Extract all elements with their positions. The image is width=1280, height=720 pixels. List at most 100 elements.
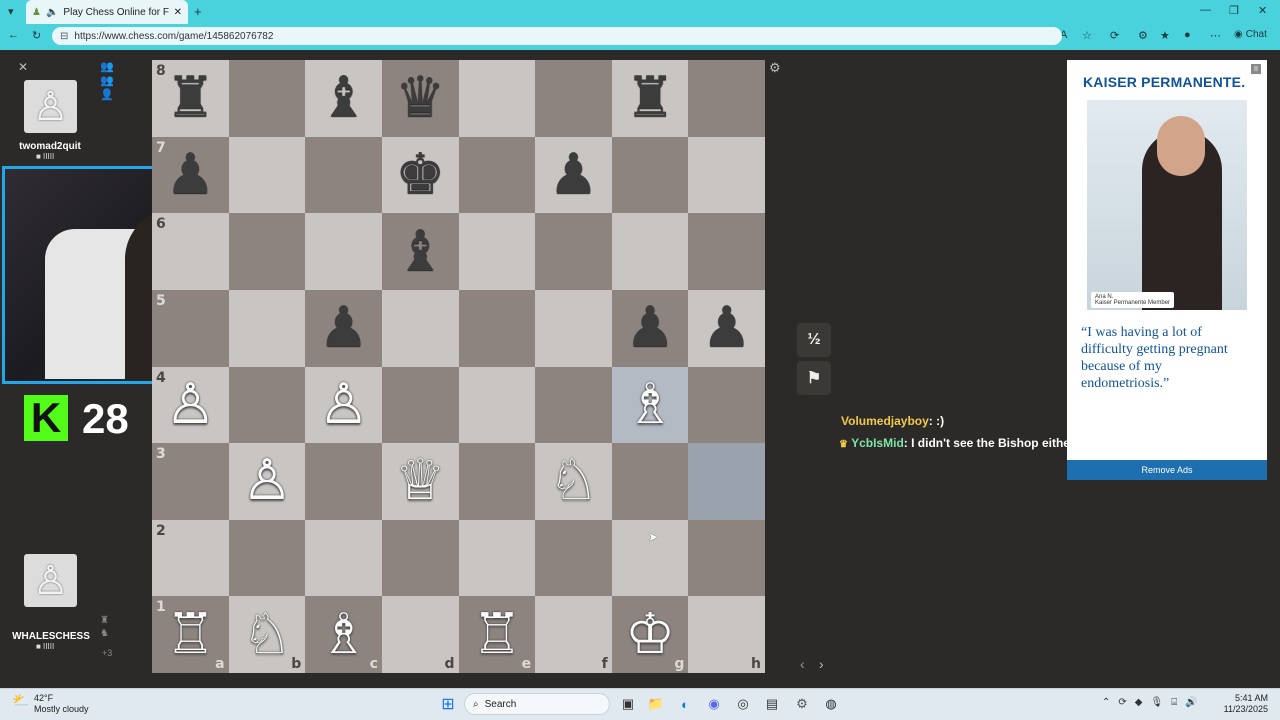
white-piece[interactable]: ♙ [242,453,292,509]
square-a8[interactable]: 8 ♜ [152,60,229,137]
square-f1[interactable]: f [535,596,612,673]
white-piece[interactable]: ♕ [395,453,445,509]
favorites-icon[interactable]: ★ [1160,29,1170,42]
square-d4[interactable] [381,366,459,444]
maximize-button[interactable]: ❐ [1229,4,1239,17]
square-b2[interactable] [228,519,306,597]
taskbar-search[interactable]: ⌕ Search [464,693,610,715]
close-panel-icon[interactable]: ✕ [18,60,28,74]
top-player-avatar[interactable]: ♙ [24,80,77,133]
bottom-player-name[interactable]: WHALESCHESS [0,631,102,642]
edge-browser-icon[interactable]: ◐ [675,694,695,714]
square-e1[interactable]: e ♖ [458,596,536,673]
back-icon[interactable]: ← [8,29,19,41]
network-icon[interactable]: ⌸ [1171,697,1177,708]
square-g8[interactable]: ♜ [611,60,689,137]
square-e2[interactable] [458,519,536,597]
square-g6[interactable] [611,213,689,290]
square-f8[interactable] [535,60,612,137]
black-piece[interactable]: ♟ [625,300,675,356]
weather-widget[interactable]: 42°F Mostly cloudy [34,693,89,715]
square-b5[interactable] [228,289,306,367]
square-c8[interactable]: ♝ [305,60,382,137]
file-explorer-icon[interactable]: 📁 [646,694,666,714]
advertisement[interactable]: KAISER PERMANENTE. II Ana N. Kaiser Perm… [1067,60,1267,480]
start-menu-icon[interactable]: ⊞ [438,694,458,714]
close-tab-icon[interactable]: ✕ [174,7,182,18]
square-e3[interactable] [458,443,536,520]
clock[interactable]: 5:41 AM 11/23/2025 [1222,693,1268,715]
black-piece[interactable]: ♟ [165,146,215,203]
square-a3[interactable]: 3 [152,443,229,520]
white-piece[interactable]: ♙ [318,376,368,433]
black-piece[interactable]: ♛ [395,70,445,126]
square-e6[interactable] [458,213,536,290]
black-piece[interactable]: ♟ [318,300,368,356]
square-e8[interactable] [458,60,536,137]
square-a4[interactable]: 4 ♙ [152,366,229,444]
app-icon-2[interactable]: ▤ [762,694,782,714]
task-view-icon[interactable]: ▣ [618,694,638,714]
bottom-player-avatar[interactable]: ♙ [24,554,77,607]
white-piece[interactable]: ♗ [318,606,368,663]
white-piece[interactable]: ♗ [625,376,675,433]
square-d2[interactable] [381,519,459,597]
square-f3[interactable]: ♘ [535,443,612,520]
square-h4[interactable] [688,366,765,444]
tray-app-icon[interactable]: ⟳ [1118,697,1126,708]
chess-board[interactable]: 8 ♜ ♝ ♛ ♜ 7 ♟ ♚ ♟ 6 ♝ 5 ♟ ♟ ♟ 4 ♙ ♙ ♗ 3 ♙ ♕ ♘ 2 1 a ♖ b ♘ c ♗ d e ♖ f g ♔ h [152,60,765,673]
move-back-icon[interactable]: ‹ [800,656,805,672]
square-g3[interactable] [611,443,689,520]
white-piece[interactable]: ♔ [625,606,675,663]
remove-ads-button[interactable]: Remove Ads [1067,460,1267,480]
app-icon-1[interactable]: ◎ [733,694,753,714]
audio-icon[interactable]: 🔈 [46,7,58,18]
square-h1[interactable]: h [688,596,765,673]
white-piece[interactable]: ♖ [165,606,215,663]
square-h8[interactable] [688,60,765,137]
square-c2[interactable] [305,519,382,597]
white-piece[interactable]: ♘ [548,453,598,509]
square-a6[interactable]: 6 [152,213,229,290]
minimize-button[interactable]: — [1200,4,1211,16]
extensions-icon[interactable]: ⚙ [1138,29,1148,42]
square-b6[interactable] [228,213,306,290]
square-g1[interactable]: g ♔ [611,596,689,673]
new-tab-button[interactable]: + [194,4,202,19]
square-g4[interactable]: ♗ [611,366,689,444]
square-a2[interactable]: 2 [152,519,229,597]
square-d5[interactable] [381,289,459,367]
black-piece[interactable]: ♜ [165,70,215,126]
square-a5[interactable]: 5 [152,289,229,367]
copilot-chat-button[interactable]: ◉ Chat [1234,29,1267,40]
tray-app-icon-2[interactable]: ◆ [1135,697,1143,708]
square-b4[interactable] [228,366,306,444]
volume-icon[interactable]: 🔊 [1185,697,1197,708]
square-a7[interactable]: 7 ♟ [152,136,229,214]
square-d3[interactable]: ♕ [381,443,459,520]
white-piece[interactable]: ♖ [472,606,522,663]
square-e7[interactable] [458,136,536,214]
black-piece[interactable]: ♟ [702,300,752,356]
microphone-icon[interactable]: 🎙 [1150,697,1163,708]
square-f4[interactable] [535,366,612,444]
more-menu-icon[interactable]: ⋯ [1210,29,1221,42]
square-g7[interactable] [611,136,689,214]
black-piece[interactable]: ♟ [548,146,598,203]
square-c3[interactable] [305,443,382,520]
square-f6[interactable] [535,213,612,290]
square-b8[interactable] [228,60,306,137]
square-c5[interactable]: ♟ [305,289,382,367]
square-d6[interactable]: ♝ [381,213,459,290]
black-piece[interactable]: ♚ [395,146,445,203]
square-e5[interactable] [458,289,536,367]
square-d8[interactable]: ♛ [381,60,459,137]
discord-icon[interactable]: ◉ [704,694,724,714]
tab-list-icon[interactable]: ▾ [8,5,14,18]
square-h3[interactable] [688,443,765,520]
square-h2[interactable] [688,519,765,597]
square-h5[interactable]: ♟ [688,289,765,367]
settings-icon[interactable]: ⚙ [792,694,812,714]
square-d7[interactable]: ♚ [381,136,459,214]
square-e4[interactable] [458,366,536,444]
